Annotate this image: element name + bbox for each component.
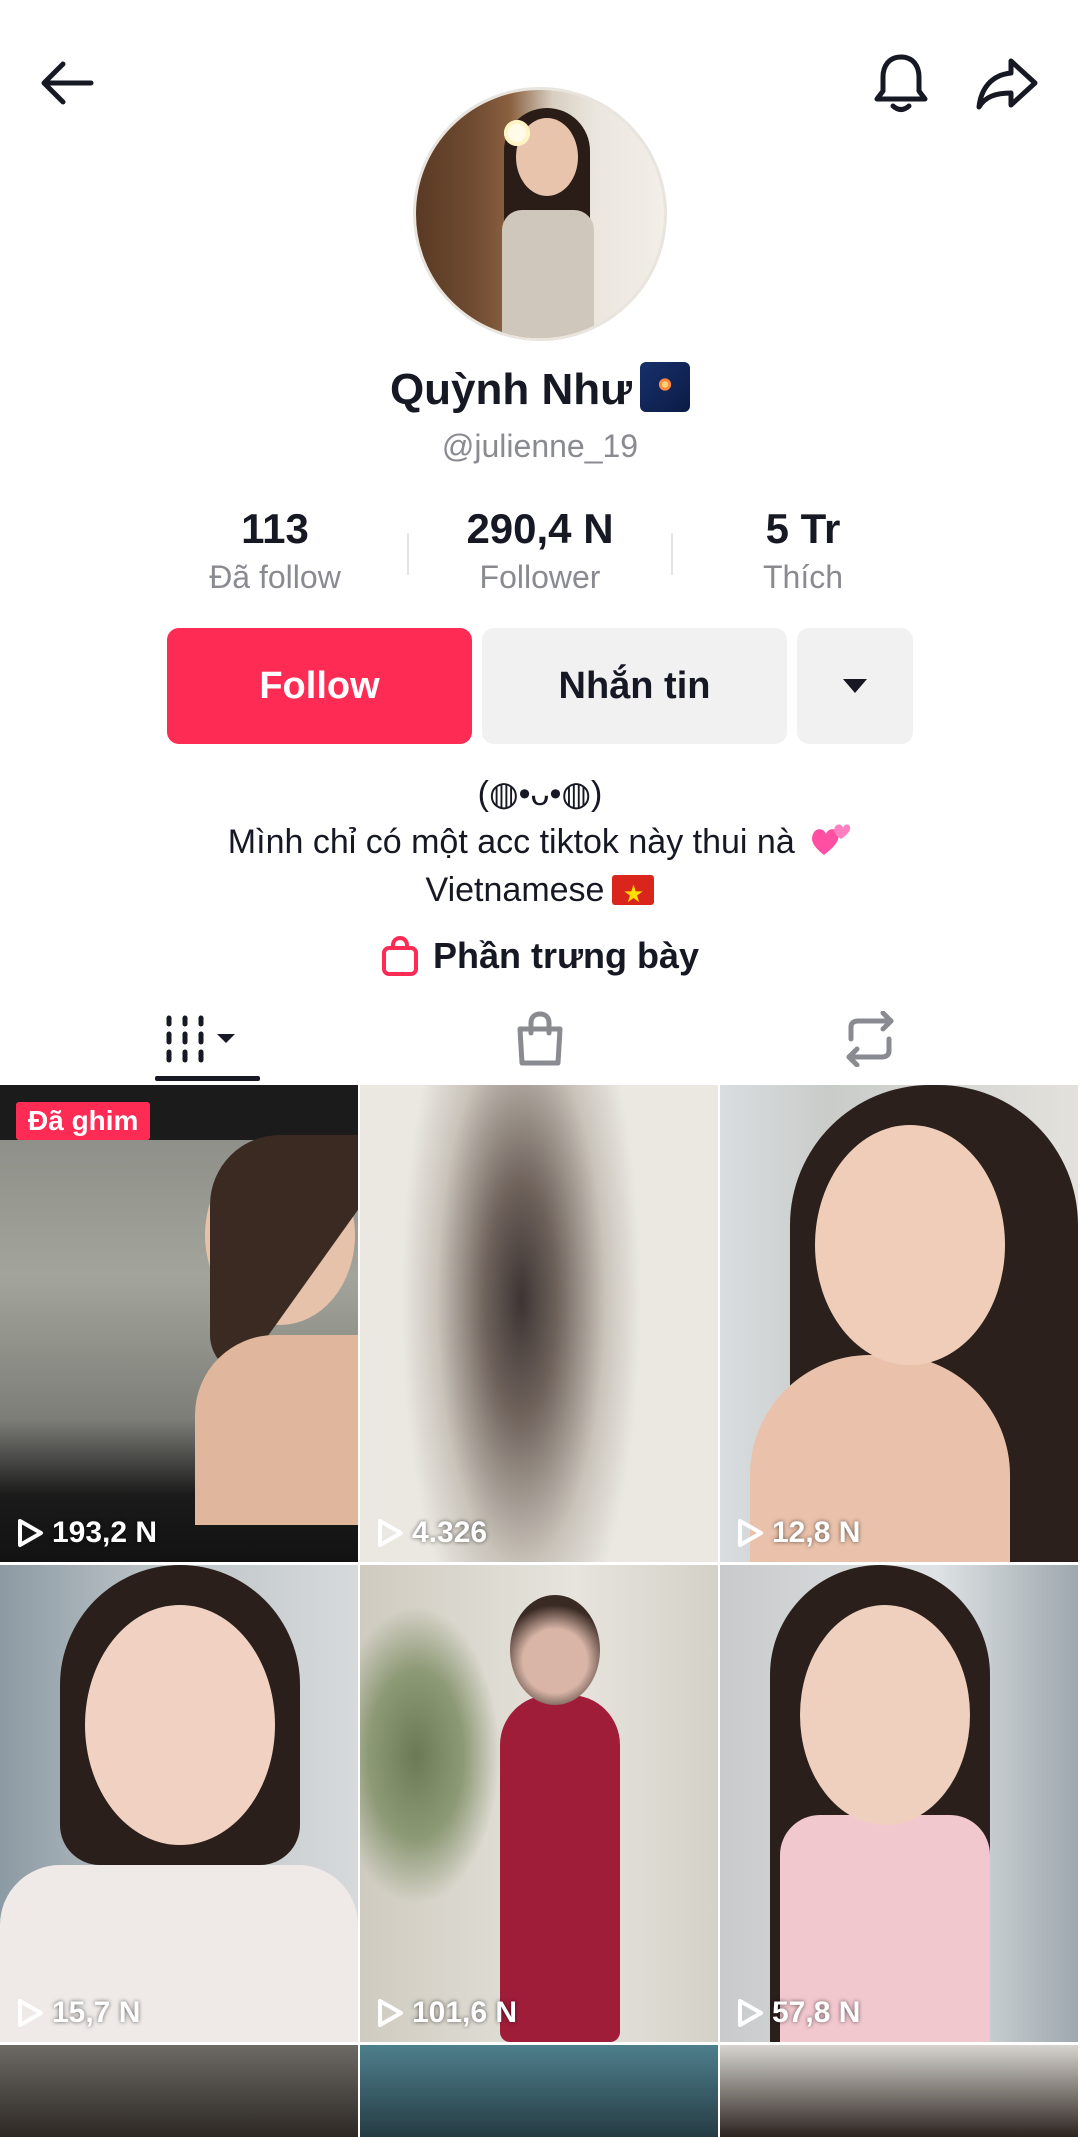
profile-stats: 113 Đã follow 290,4 N Follower 5 Tr Thíc… [0, 505, 1080, 605]
two-hearts-icon [812, 824, 851, 855]
view-count-text: 12,8 N [772, 1516, 861, 1549]
display-name: Quỳnh Như [0, 362, 1080, 415]
view-count: 101,6 N [376, 1996, 517, 2030]
shopping-bag-icon [381, 936, 418, 976]
bio: (◍•ᴗ•◍) Mình chỉ có một acc tiktok này t… [0, 770, 1080, 919]
username: @julienne_19 [441, 428, 639, 464]
view-count: 15,7 N [16, 1996, 140, 2030]
bell-icon [874, 54, 928, 112]
view-count: 12,8 N [736, 1516, 860, 1550]
video-thumbnail[interactable]: 12,8 N [720, 1085, 1078, 1562]
view-count-text: 15,7 N [52, 1996, 141, 2029]
pinned-badge: Đã ghim [16, 1102, 151, 1140]
follow-button[interactable]: Follow [167, 628, 472, 744]
video-thumbnail[interactable] [720, 2045, 1078, 2137]
play-icon [18, 1999, 43, 2027]
vietnam-flag-icon [612, 871, 655, 919]
following-stat[interactable]: 113 Đã follow [145, 505, 405, 599]
following-label: Đã follow [209, 559, 341, 595]
play-icon [738, 1999, 763, 2027]
play-icon [18, 1519, 43, 1547]
tab-videos[interactable] [23, 996, 383, 1082]
video-thumbnail[interactable]: 101,6 N [360, 1565, 718, 2042]
view-count-text: 101,6 N [412, 1996, 518, 2029]
followers-stat[interactable]: 290,4 N Follower [410, 505, 670, 599]
notification-bell-button[interactable] [856, 38, 946, 128]
play-icon [738, 1519, 763, 1547]
view-count-text: 4.326 [412, 1516, 488, 1549]
bio-line-3-text: Vietnamese [425, 871, 605, 909]
bio-line-1: (◍•ᴗ•◍) [477, 775, 603, 813]
more-options-button[interactable] [797, 628, 913, 744]
likes-label: Thích [762, 559, 844, 595]
likes-count: 5 Tr [765, 505, 841, 552]
grid-icon [166, 1015, 235, 1063]
followers-count: 290,4 N [466, 505, 614, 552]
repost-icon [846, 1011, 894, 1067]
flower-decoration [504, 120, 530, 146]
profile-avatar[interactable] [413, 87, 667, 341]
profile-tabs [0, 996, 1080, 1082]
bio-line-2-text: Mình chỉ có một acc tiktok này thui nà [227, 823, 795, 861]
display-name-text: Quỳnh Như [389, 365, 633, 414]
tab-repost[interactable] [690, 996, 1050, 1082]
profile-actions: Follow Nhắn tin [0, 628, 1080, 746]
followers-label: Follower [479, 559, 601, 595]
showcase-label: Phần trưng bày [432, 935, 700, 976]
showcase-link[interactable]: Phần trưng bày [0, 930, 1080, 982]
view-count: 193,2 N [16, 1516, 157, 1550]
likes-stat[interactable]: 5 Tr Thích [673, 505, 933, 599]
tab-shop[interactable] [360, 996, 720, 1082]
caret-down-icon [843, 679, 867, 693]
video-grid: Đã ghim 193,2 N 4.326 12,8 N 15,7 N 101,… [0, 1085, 1080, 2137]
following-count: 113 [241, 505, 309, 552]
message-button[interactable]: Nhắn tin [482, 628, 787, 744]
bio-line-2: Mình chỉ có một acc tiktok này thui nà [0, 818, 1080, 866]
share-icon [976, 58, 1038, 110]
view-count: 57,8 N [736, 1996, 860, 2030]
back-button[interactable] [22, 38, 112, 128]
stat-divider [407, 533, 409, 575]
play-icon [378, 1519, 403, 1547]
active-tab-indicator [155, 1076, 260, 1081]
shopping-bag-icon [517, 1011, 563, 1066]
video-thumbnail[interactable]: Đã ghim 193,2 N [0, 1085, 358, 1562]
view-count: 4.326 [376, 1516, 487, 1550]
view-count-text: 57,8 N [772, 1996, 861, 2029]
video-thumbnail[interactable]: 15,7 N [0, 1565, 358, 2042]
fireworks-emoji-icon [640, 362, 691, 412]
video-thumbnail[interactable]: 4.326 [360, 1085, 718, 1562]
video-thumbnail[interactable] [0, 2045, 358, 2137]
arrow-left-icon [41, 61, 94, 105]
bio-line-3: Vietnamese [0, 866, 1080, 919]
share-button[interactable] [962, 38, 1052, 128]
play-icon [378, 1999, 403, 2027]
view-count-text: 193,2 N [52, 1516, 158, 1549]
video-thumbnail[interactable] [360, 2045, 718, 2137]
video-thumbnail[interactable]: 57,8 N [720, 1565, 1078, 2042]
